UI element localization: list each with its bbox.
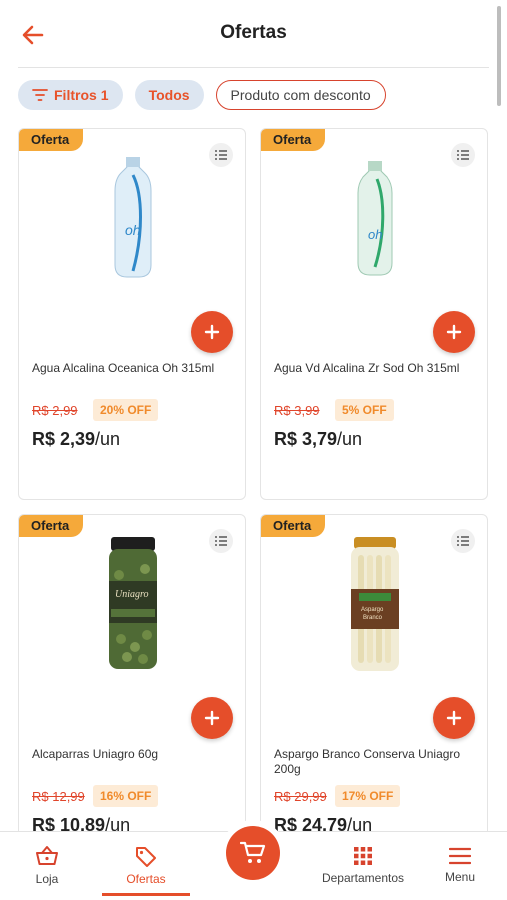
- grid-icon: [354, 846, 372, 865]
- tag-icon: [136, 846, 156, 867]
- filtros-label: Filtros: [54, 87, 97, 103]
- discount-badge: 5% OFF: [335, 399, 394, 421]
- price: R$ 10,89/un: [32, 815, 130, 831]
- price: R$ 24,79/un: [274, 815, 372, 831]
- page-title: Ofertas: [220, 22, 287, 43]
- todos-chip[interactable]: Todos: [134, 80, 204, 110]
- basket-icon: [36, 845, 58, 865]
- offer-badge: Oferta: [19, 515, 84, 537]
- price-value: R$ 24,79: [274, 815, 348, 831]
- product-name: Agua Alcalina Oceanica Oh 315ml: [32, 361, 215, 375]
- product-name: Aspargo Branco Conserva Uniagro 200g: [274, 747, 461, 776]
- app-header: Ofertas: [0, 0, 507, 68]
- svg-text:Aspargo: Aspargo: [361, 607, 384, 613]
- nav-menu-label: Menu: [444, 869, 476, 884]
- svg-text:oh: oh: [368, 227, 382, 242]
- nav-ofertas[interactable]: Ofertas: [102, 832, 190, 898]
- price-value: R$ 2,39: [32, 429, 96, 449]
- offer-badge: Oferta: [261, 129, 326, 151]
- add-to-cart-button[interactable]: [191, 697, 233, 739]
- cart-button[interactable]: [226, 826, 280, 880]
- header-divider: [18, 67, 489, 68]
- product-name: Alcaparras Uniagro 60g: [32, 747, 159, 761]
- product-card[interactable]: Oferta oh Agua Alcalina Oceanica Oh 315m…: [18, 128, 246, 500]
- price-unit: /un: [337, 429, 363, 449]
- nav-loja-label: Loja: [35, 871, 59, 886]
- product-card[interactable]: Oferta Uniagro Alcaparras Uniagro 60g R$…: [18, 514, 246, 831]
- list-icon[interactable]: [451, 529, 475, 553]
- discount-badge: 16% OFF: [93, 785, 159, 807]
- filtros-chip[interactable]: Filtros 1: [18, 80, 123, 110]
- price-value: R$ 10,89: [32, 815, 106, 831]
- desconto-label: Produto com desconto: [230, 87, 371, 103]
- produto-com-desconto-chip[interactable]: Produto com desconto: [215, 80, 386, 110]
- nav-departamentos[interactable]: Departamentos: [316, 832, 410, 898]
- old-price: R$ 3,99: [274, 403, 320, 418]
- product-image: oh: [114, 157, 152, 278]
- add-to-cart-button[interactable]: [433, 697, 475, 739]
- product-card[interactable]: Oferta oh Agua Vd Alcalina Zr Sod Oh 315…: [260, 128, 488, 500]
- product-name: Agua Vd Alcalina Zr Sod Oh 315ml: [274, 361, 460, 375]
- nav-ofertas-label: Ofertas: [126, 871, 166, 886]
- svg-text:Uniagro: Uniagro: [115, 589, 149, 600]
- old-price: R$ 29,99: [274, 789, 327, 804]
- svg-text:Branco: Branco: [363, 615, 383, 621]
- add-to-cart-button[interactable]: [433, 311, 475, 353]
- nav-loja[interactable]: Loja: [10, 832, 84, 898]
- price: R$ 2,39/un: [32, 429, 120, 450]
- scrollbar[interactable]: [497, 6, 501, 106]
- discount-badge: 20% OFF: [93, 399, 159, 421]
- filtros-count: 1: [100, 87, 109, 103]
- nav-departamentos-label: Departamentos: [321, 870, 405, 885]
- product-image: oh: [357, 161, 393, 276]
- cart-icon: [240, 841, 266, 863]
- todos-label: Todos: [148, 87, 190, 103]
- filter-chips: Filtros 1 Todos Produto com desconto: [18, 80, 386, 110]
- offer-badge: Oferta: [19, 129, 84, 151]
- list-icon[interactable]: [209, 529, 233, 553]
- product-grid: Oferta oh Agua Alcalina Oceanica Oh 315m…: [18, 128, 489, 831]
- filter-icon: [32, 89, 48, 101]
- price-unit: /un: [95, 429, 121, 449]
- svg-text:oh: oh: [125, 222, 141, 238]
- old-price: R$ 2,99: [32, 403, 78, 418]
- old-price: R$ 12,99: [32, 789, 85, 804]
- price-unit: /un: [347, 815, 373, 831]
- list-icon[interactable]: [451, 143, 475, 167]
- discount-badge: 17% OFF: [335, 785, 401, 807]
- price-unit: /un: [105, 815, 131, 831]
- list-icon[interactable]: [209, 143, 233, 167]
- add-to-cart-button[interactable]: [191, 311, 233, 353]
- offer-badge: Oferta: [261, 515, 326, 537]
- product-image: Aspargo Branco: [351, 537, 399, 671]
- nav-menu[interactable]: Menu: [430, 832, 490, 898]
- price: R$ 3,79/un: [274, 429, 362, 450]
- product-image: Uniagro: [109, 537, 157, 669]
- price-value: R$ 3,79: [274, 429, 338, 449]
- product-card[interactable]: Oferta Aspargo Branco Aspargo Branco Con…: [260, 514, 488, 831]
- hamburger-menu-icon: [449, 847, 471, 864]
